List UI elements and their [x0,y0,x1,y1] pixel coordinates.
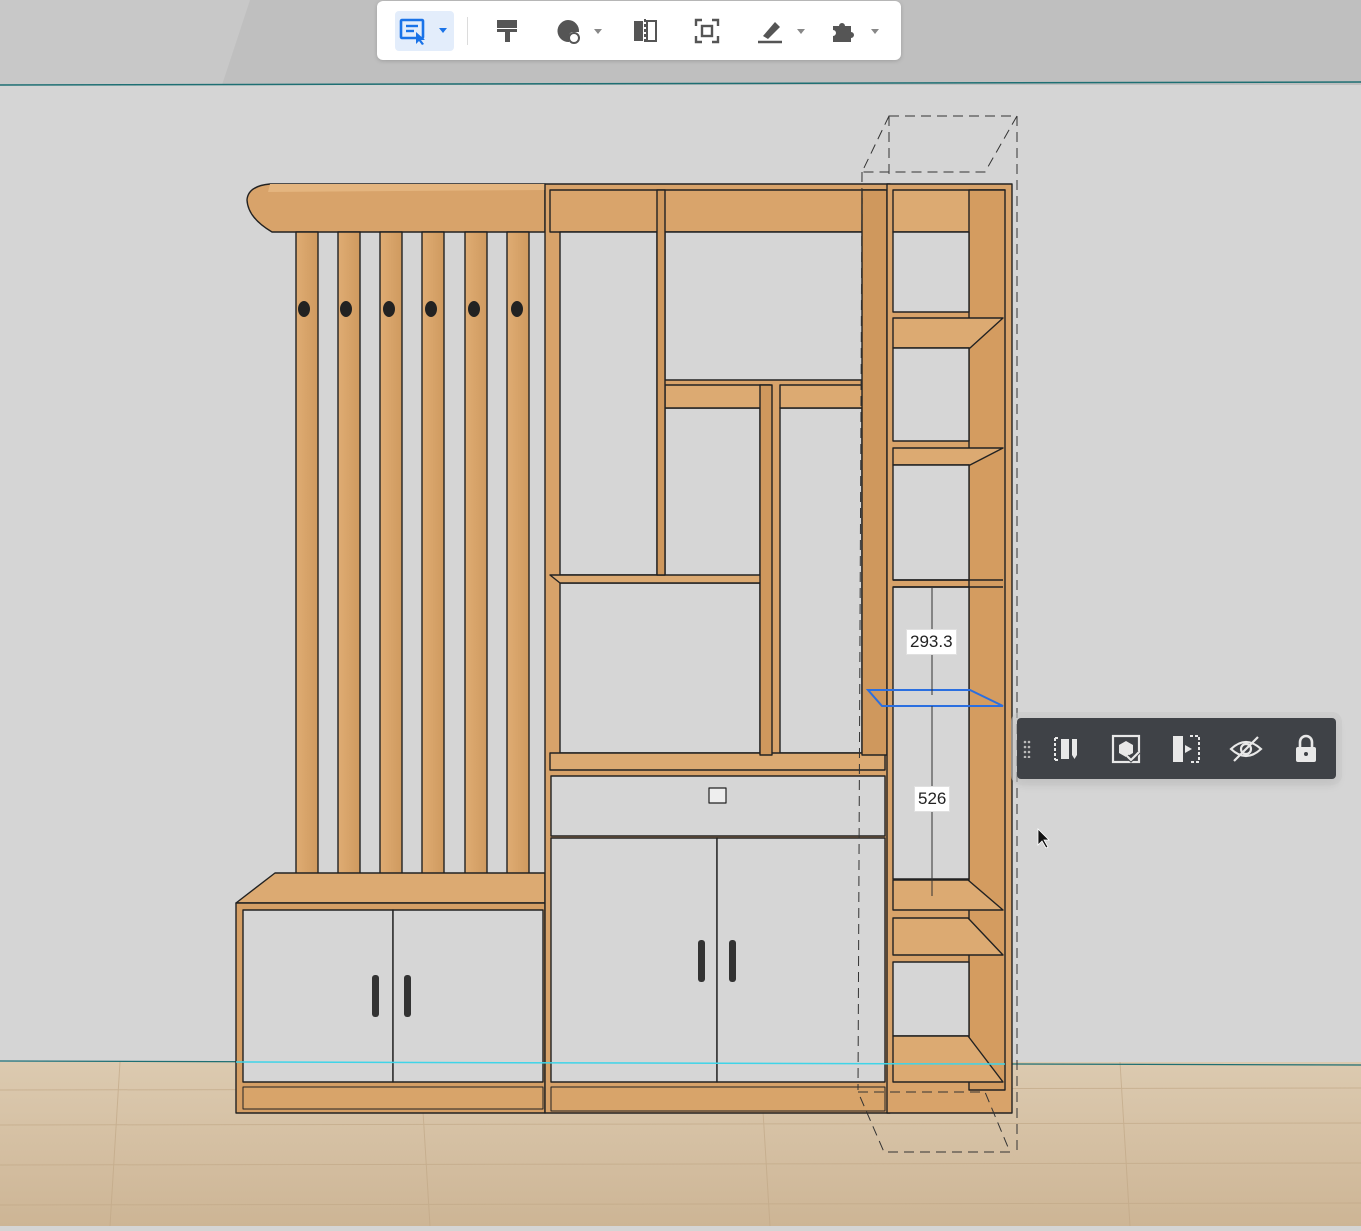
center-door-left [550,837,718,1083]
puzzle-icon [833,23,879,42]
replace-board-icon [1111,734,1141,764]
center-plinth [550,1086,886,1112]
brush-tool-button[interactable] [755,11,807,51]
material-palette-button[interactable] [553,11,607,51]
hide-icon [1229,736,1263,762]
3d-viewport[interactable]: 293.3 526 [0,0,1361,1227]
edit-panel-icon [1054,737,1077,761]
edit-panel-button[interactable] [1048,731,1084,767]
bench-top [235,872,546,904]
object-context-toolbar [1017,718,1336,779]
ceiling-corner [0,0,250,85]
lock-button[interactable] [1288,731,1324,767]
bench-door-right [392,909,544,1083]
comment-select-button[interactable] [395,11,454,51]
focus-frame-button[interactable] [689,11,725,51]
align-to-edge-icon [1173,735,1200,763]
niche-mid-left [559,582,761,754]
niche-mid-center [664,407,761,577]
toolbar-divider [467,17,468,45]
top-toolbar [377,1,901,60]
plugin-button[interactable] [829,11,881,51]
align-to-edge-button[interactable] [1168,731,1204,767]
dimension-label-lower[interactable]: 526 [914,786,951,812]
center-door-right [716,837,886,1083]
niche-right-tall [779,407,863,754]
lock-icon [1296,734,1316,762]
drag-handle-icon[interactable] [1023,740,1031,763]
mirror-icon [634,19,657,43]
bench-door-left [242,909,394,1083]
dimension-label-upper[interactable]: 293.3 [906,629,957,655]
scene-canvas[interactable] [0,0,1361,1227]
drawer-handle [708,787,727,804]
bench-plinth [242,1086,544,1110]
replace-board-button[interactable] [1108,731,1144,767]
hide-button[interactable] [1228,731,1264,767]
format-painter-button[interactable] [489,11,525,51]
mirror-button[interactable] [627,11,663,51]
focus-frame-icon [694,18,720,44]
niche-upper-right [664,231,888,381]
comment-select-icon [399,18,447,45]
cabinet [235,183,1013,1114]
brush-icon [758,22,805,44]
niche-upper-left [559,231,658,576]
drawer [550,775,886,837]
palette-icon [557,19,602,44]
format-painter-icon [497,20,517,42]
